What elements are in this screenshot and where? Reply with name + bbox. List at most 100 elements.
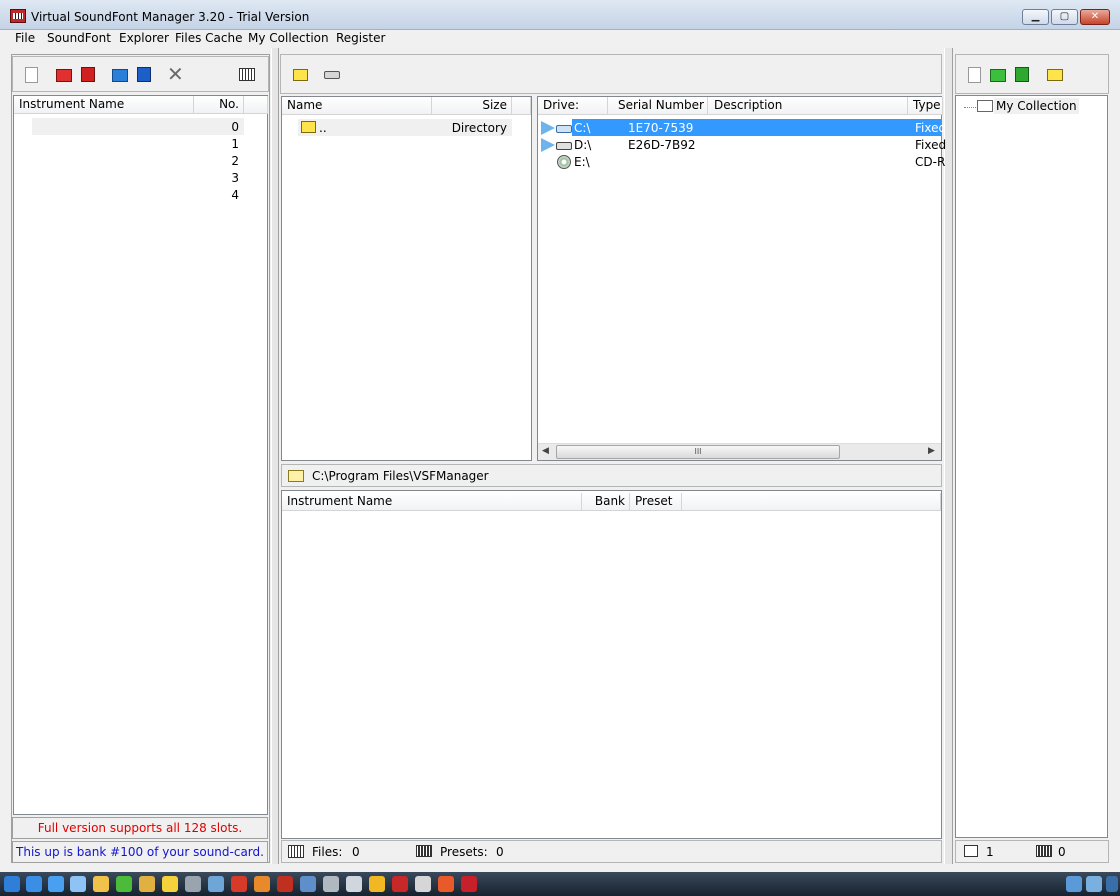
taskbar-app-icon[interactable]	[392, 876, 408, 892]
menu-explorer[interactable]: Explorer	[119, 31, 169, 45]
menu-soundfont[interactable]: SoundFont	[47, 31, 111, 45]
piano-keys-icon[interactable]	[239, 68, 255, 81]
taskbar-app-icon[interactable]	[208, 876, 224, 892]
current-path: C:\Program Files\VSFManager	[312, 469, 489, 483]
column-number[interactable]: No.	[194, 96, 244, 114]
new-file-icon[interactable]	[25, 67, 38, 83]
column-type[interactable]: Type	[908, 97, 943, 115]
menu-file[interactable]: File	[15, 31, 35, 45]
scroll-thumb[interactable]: III	[556, 445, 840, 459]
file-list[interactable]: Name Size .. Directory	[281, 96, 532, 461]
current-drive-arrow-icon	[541, 138, 555, 152]
minimize-button[interactable]: ▁	[1022, 9, 1049, 25]
column-filler	[512, 97, 531, 115]
taskbar-app-icon[interactable]	[346, 876, 362, 892]
taskbar-app-icon[interactable]	[139, 876, 155, 892]
collection-folder-icon	[977, 100, 993, 112]
slot-number[interactable]: 3	[164, 170, 239, 186]
keyboard-icon	[1036, 845, 1052, 857]
folder-up-icon[interactable]	[293, 69, 308, 81]
drive-letter[interactable]: C:\	[574, 120, 590, 136]
cd-drive-icon	[557, 155, 571, 169]
tray-icon[interactable]	[1066, 876, 1082, 892]
collection-status-bar: 1 0	[955, 840, 1109, 863]
column-instrument-name[interactable]: Instrument Name	[282, 493, 582, 511]
column-drive[interactable]: Drive:	[538, 97, 608, 115]
close-button[interactable]: ✕	[1080, 9, 1110, 25]
taskbar-app-icon[interactable]	[231, 876, 247, 892]
slot-number[interactable]: 1	[164, 136, 239, 152]
drive-letter[interactable]: D:\	[574, 137, 591, 153]
taskbar-app-icon[interactable]	[369, 876, 385, 892]
column-filler	[682, 493, 941, 511]
tree-root-label[interactable]: My Collection	[994, 98, 1079, 114]
menu-register[interactable]: Register	[336, 31, 385, 45]
save-icon[interactable]	[81, 67, 95, 82]
open-collection-icon[interactable]	[990, 69, 1006, 82]
taskbar-app-icon[interactable]	[277, 876, 293, 892]
folder-open-icon	[288, 470, 304, 482]
folder-icon[interactable]	[1047, 69, 1063, 81]
file-size: Directory	[451, 121, 507, 135]
menu-files-cache[interactable]: Files Cache	[175, 31, 242, 45]
save-collection-icon[interactable]	[1015, 67, 1029, 82]
scroll-left-icon[interactable]: ◀	[542, 446, 549, 456]
drive-type: Fixed	[915, 138, 947, 152]
taskbar-app-icon[interactable]	[70, 876, 86, 892]
collection-toolbar	[955, 54, 1109, 94]
taskbar-app-icon[interactable]	[185, 876, 201, 892]
scroll-right-icon[interactable]: ▶	[928, 446, 935, 456]
drive-icon[interactable]	[324, 71, 340, 79]
window-bottom-edge	[0, 864, 1120, 872]
new-collection-icon[interactable]	[968, 67, 981, 83]
taskbar-app-icon[interactable]	[93, 876, 109, 892]
taskbar-app-icon[interactable]	[26, 876, 42, 892]
slot-number[interactable]: 4	[164, 187, 239, 203]
drive-letter[interactable]: E:\	[574, 154, 590, 170]
taskbar-app-icon[interactable]	[300, 876, 316, 892]
slot-list[interactable]: Instrument Name No. 0 1 2 3 4	[13, 95, 268, 815]
taskbar-app-icon[interactable]	[162, 876, 178, 892]
menu-my-collection[interactable]: My Collection	[248, 31, 329, 45]
file-name[interactable]: ..	[319, 120, 327, 136]
column-size[interactable]: Size	[432, 97, 512, 115]
column-name[interactable]: Name	[282, 97, 432, 115]
tray-icon[interactable]	[1106, 876, 1118, 892]
instrument-list[interactable]: Instrument Name Bank Preset	[281, 490, 942, 839]
start-icon[interactable]	[4, 876, 20, 892]
taskbar-app-icon[interactable]	[48, 876, 64, 892]
open-folder-icon[interactable]	[56, 69, 72, 82]
horizontal-scrollbar[interactable]: ◀ III ▶	[538, 443, 941, 460]
open-blue-folder-icon[interactable]	[112, 69, 128, 82]
column-instrument-name[interactable]: Instrument Name	[14, 96, 194, 114]
column-description[interactable]: Description	[708, 97, 908, 115]
taskbar-app-icon[interactable]	[461, 876, 477, 892]
maximize-button[interactable]: ▢	[1051, 9, 1078, 25]
app-icon	[10, 9, 26, 23]
drive-type: Fixed	[915, 121, 947, 135]
slot-number[interactable]: 2	[164, 153, 239, 169]
taskbar-app-icon[interactable]	[254, 876, 270, 892]
taskbar-app-icon[interactable]	[323, 876, 339, 892]
title-bar[interactable]: Virtual SoundFont Manager 3.20 - Trial V…	[0, 0, 1120, 30]
left-splitter[interactable]	[271, 48, 279, 864]
window-title: Virtual SoundFont Manager 3.20 - Trial V…	[31, 10, 310, 24]
taskbar-app-icon[interactable]	[116, 876, 132, 892]
tray-icon[interactable]	[1086, 876, 1102, 892]
right-splitter[interactable]	[944, 48, 953, 864]
column-bank[interactable]: Bank	[582, 493, 630, 511]
folder-count: 1	[986, 845, 994, 859]
drive-serial: 1E70-7539	[628, 121, 694, 135]
drive-list[interactable]: Drive: Serial Number Description Type C:…	[537, 96, 946, 461]
column-preset[interactable]: Preset	[630, 493, 682, 511]
hard-drive-icon	[556, 142, 572, 150]
save-blue-icon[interactable]	[137, 67, 151, 82]
column-serial[interactable]: Serial Number	[608, 97, 708, 115]
taskbar-app-icon[interactable]	[438, 876, 454, 892]
delete-icon[interactable]: ✕	[167, 63, 184, 85]
slot-number[interactable]: 0	[164, 119, 239, 135]
taskbar-app-icon[interactable]	[415, 876, 431, 892]
keyboard-icon	[416, 845, 432, 857]
collection-tree[interactable]: My Collection	[955, 95, 1108, 838]
current-drive-arrow-icon	[541, 121, 555, 135]
